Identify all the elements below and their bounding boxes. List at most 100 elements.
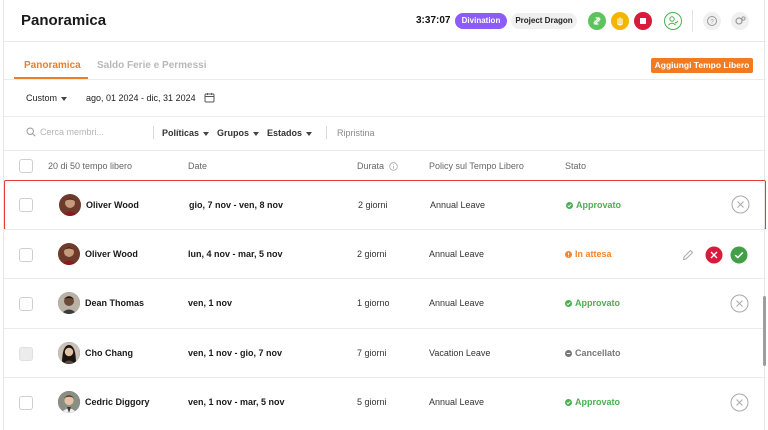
avatar bbox=[58, 243, 80, 265]
tab-panoramica[interactable]: Panoramica bbox=[24, 60, 81, 71]
status-label: Cancellato bbox=[575, 348, 621, 358]
row-checkbox bbox=[19, 347, 33, 361]
project-badge-dragon[interactable]: Project Dragon bbox=[511, 13, 577, 29]
alert-circle-icon bbox=[565, 251, 572, 258]
status-label: Approvato bbox=[575, 397, 620, 407]
check-circle-icon bbox=[566, 202, 573, 209]
info-icon[interactable] bbox=[388, 162, 398, 171]
add-time-off-button[interactable]: Aggiungi Tempo Libero bbox=[651, 58, 753, 73]
app-frame: Panoramica 3:37:07 Divination Project Dr… bbox=[3, 0, 766, 430]
calendar-icon[interactable] bbox=[204, 92, 215, 103]
member-name: Cho Chang bbox=[85, 348, 133, 358]
project-badge-divination[interactable]: Divination bbox=[455, 13, 507, 29]
settings-icon[interactable] bbox=[731, 12, 749, 30]
status-badge: In attesa bbox=[565, 249, 612, 259]
duration-cell: 5 giorni bbox=[357, 397, 387, 407]
table-header: 20 di 50 tempo libero Date Durata Policy… bbox=[4, 150, 766, 180]
filter-separator bbox=[326, 126, 327, 139]
policy-cell: Annual Leave bbox=[429, 397, 485, 407]
status-label: In attesa bbox=[575, 249, 612, 259]
approve-icon[interactable] bbox=[730, 246, 748, 264]
row-checkbox[interactable] bbox=[19, 396, 33, 410]
avatar bbox=[58, 391, 80, 413]
status-badge: Approvato bbox=[565, 397, 620, 407]
policy-cell: Annual Leave bbox=[429, 249, 485, 259]
reset-filters-button[interactable]: Ripristina bbox=[337, 128, 375, 138]
filter-separator bbox=[153, 126, 154, 139]
date-range-cell: ven, 1 nov - gio, 7 nov bbox=[188, 348, 283, 358]
svg-text:?: ? bbox=[710, 19, 714, 25]
duration-cell: 2 giorni bbox=[358, 200, 388, 210]
member-name: Dean Thomas bbox=[85, 298, 145, 308]
member-name: Oliver Wood bbox=[86, 200, 139, 210]
avatar bbox=[59, 194, 81, 216]
table-row[interactable]: Oliver Wood lun, 4 nov - mar, 5 nov 2 gi… bbox=[4, 229, 766, 279]
reject-icon[interactable] bbox=[705, 246, 723, 264]
date-range-cell: lun, 4 nov - mar, 5 nov bbox=[188, 249, 283, 259]
clock: 3:37:07 bbox=[416, 15, 451, 26]
select-all-checkbox[interactable] bbox=[19, 159, 33, 173]
check-circle-icon bbox=[565, 399, 572, 406]
help-icon[interactable]: ? bbox=[703, 12, 721, 30]
stop-icon[interactable] bbox=[634, 12, 652, 30]
range-dropdown[interactable]: Custom bbox=[26, 93, 68, 103]
date-range-cell: ven, 1 nov bbox=[188, 298, 233, 308]
hand-icon[interactable] bbox=[611, 12, 629, 30]
chevron-down-icon bbox=[203, 131, 210, 136]
page-title: Panoramica bbox=[21, 12, 107, 29]
member-name: Cedric Diggory bbox=[85, 397, 150, 407]
check-circle-icon bbox=[565, 300, 572, 307]
avatar bbox=[58, 292, 80, 314]
avatar bbox=[58, 342, 80, 364]
duration-cell: 7 giorni bbox=[357, 348, 387, 358]
row-checkbox[interactable] bbox=[19, 198, 33, 212]
filter-estados-label: Estados bbox=[267, 128, 303, 138]
minus-circle-icon bbox=[565, 350, 572, 357]
chevron-down-icon bbox=[61, 96, 68, 101]
status-label: Approvato bbox=[576, 200, 621, 210]
vertical-scrollbar[interactable] bbox=[763, 296, 766, 366]
filter-estados[interactable]: Estados bbox=[267, 128, 313, 138]
date-range-cell: gio, 7 nov - ven, 8 nov bbox=[189, 200, 284, 210]
date-range-cell: ven, 1 nov - mar, 5 nov bbox=[188, 397, 285, 407]
filter-politicas-label: Políticas bbox=[162, 128, 200, 138]
range-dropdown-label: Custom bbox=[26, 93, 58, 103]
top-bar: Panoramica 3:37:07 Divination Project Dr… bbox=[4, 0, 766, 42]
table-row[interactable]: Cedric Diggory ven, 1 nov - mar, 5 nov 5… bbox=[4, 377, 766, 427]
tabs-divider bbox=[4, 79, 766, 80]
search-icon bbox=[26, 127, 36, 137]
date-header[interactable]: Date bbox=[188, 161, 207, 171]
member-search-input[interactable] bbox=[40, 124, 148, 140]
edit-pencil-icon[interactable] bbox=[681, 248, 695, 262]
swap-icon[interactable] bbox=[588, 12, 606, 30]
tab-saldo-ferie[interactable]: Saldo Ferie e Permessi bbox=[97, 60, 207, 71]
count-header: 20 di 50 tempo libero bbox=[48, 161, 133, 171]
date-range[interactable]: ago, 01 2024 - dic, 31 2024 bbox=[86, 93, 196, 103]
policy-cell: Annual Leave bbox=[429, 298, 485, 308]
header-divider bbox=[692, 10, 693, 32]
status-header[interactable]: Stato bbox=[565, 161, 586, 171]
cancel-request-icon[interactable] bbox=[731, 195, 750, 214]
filter-grupos-label: Grupos bbox=[217, 128, 250, 138]
duration-cell: 2 giorni bbox=[357, 249, 387, 259]
cancel-request-icon[interactable] bbox=[730, 393, 749, 412]
table-row[interactable]: Dean Thomas ven, 1 nov 1 giorno Annual L… bbox=[4, 278, 766, 328]
filter-politicas[interactable]: Políticas bbox=[162, 128, 210, 138]
table-row[interactable]: Oliver Wood gio, 7 nov - ven, 8 nov 2 gi… bbox=[4, 180, 766, 230]
chevron-down-icon bbox=[253, 131, 260, 136]
table-row[interactable]: Cho Chang ven, 1 nov - gio, 7 nov 7 gior… bbox=[4, 328, 766, 378]
status-badge: Cancellato bbox=[565, 348, 621, 358]
member-name: Oliver Wood bbox=[85, 249, 138, 259]
status-label: Approvato bbox=[575, 298, 620, 308]
cancel-request-icon[interactable] bbox=[730, 294, 749, 313]
policy-header[interactable]: Policy sul Tempo Libero bbox=[429, 161, 524, 171]
duration-header-label: Durata bbox=[357, 161, 385, 171]
policy-cell: Vacation Leave bbox=[429, 348, 491, 358]
row-checkbox[interactable] bbox=[19, 297, 33, 311]
duration-header[interactable]: Durata bbox=[357, 161, 398, 171]
filter-grupos[interactable]: Grupos bbox=[217, 128, 260, 138]
user-check-icon[interactable] bbox=[664, 12, 682, 30]
chevron-down-icon bbox=[306, 131, 313, 136]
status-badge: Approvato bbox=[565, 298, 620, 308]
row-checkbox[interactable] bbox=[19, 248, 33, 262]
